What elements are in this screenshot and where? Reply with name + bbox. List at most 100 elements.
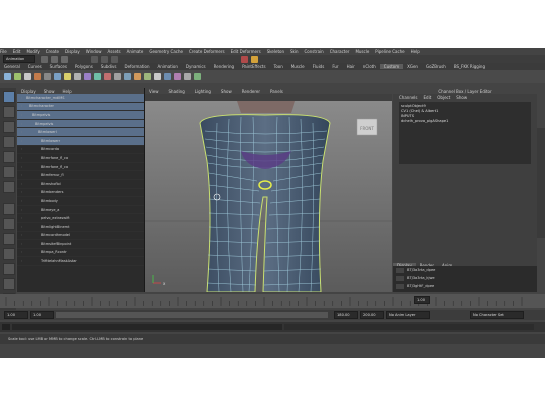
select-tool-icon[interactable] xyxy=(3,91,15,103)
visibility-icon[interactable]: ◦ xyxy=(17,233,26,237)
outliner-row[interactable]: ◦ Bitmrfone_fl_co xyxy=(17,163,144,172)
last-tool-icon[interactable] xyxy=(3,181,15,193)
outliner-row[interactable]: ◦ Bitmbenders xyxy=(17,189,144,198)
joint-tool-icon[interactable] xyxy=(104,73,111,80)
wrap-icon[interactable] xyxy=(184,73,191,80)
ipr-render-icon[interactable] xyxy=(251,55,258,63)
vp-menu-panels[interactable]: Panels xyxy=(270,89,283,94)
shelf-tab-rendering[interactable]: Rendering xyxy=(210,64,238,69)
mirror-icon[interactable] xyxy=(94,73,101,80)
layer-row[interactable]: BTJ3a3rta_dpee xyxy=(393,266,537,274)
visibility-icon[interactable]: ◦ xyxy=(17,139,26,143)
shelf-tab-bs-fkk-rigging[interactable]: BS_FKK Rigging xyxy=(450,64,489,69)
open-scene-icon[interactable] xyxy=(51,55,58,63)
outliner-row[interactable]: ◦ Bitmcordhmodel xyxy=(17,232,144,241)
range-start-field[interactable]: 1.00 xyxy=(30,311,54,319)
time-slider[interactable] xyxy=(0,294,545,308)
command-input[interactable] xyxy=(12,324,282,330)
visibility-icon[interactable]: ◦ xyxy=(17,156,26,160)
cb-tab-channels[interactable]: Channels xyxy=(399,95,418,100)
new-scene-icon[interactable] xyxy=(41,55,48,63)
menu-animate[interactable]: Animate xyxy=(127,49,144,54)
constraint-icon[interactable] xyxy=(194,73,201,80)
channel-box-content[interactable]: sculptObject9 CV1 (Chel) & Albert1 INPUT… xyxy=(399,102,531,164)
vp-menu-show[interactable]: Show xyxy=(221,89,232,94)
menu-character[interactable]: Character xyxy=(330,49,350,54)
shelf-tab-painteffects[interactable]: PaintEffects xyxy=(238,64,270,69)
curve-tool-icon[interactable] xyxy=(4,73,11,80)
menu-modify[interactable]: Modify xyxy=(26,49,39,54)
shelf-tab-polygons[interactable]: Polygons xyxy=(71,64,97,69)
outliner-row[interactable]: ◦ TrifttelahnMaskAstar xyxy=(17,257,144,266)
character-set-dropdown[interactable]: No Character Set xyxy=(470,311,524,319)
skin-bind-icon[interactable] xyxy=(124,73,131,80)
blendshape-icon[interactable] xyxy=(174,73,181,80)
visibility-icon[interactable]: ◦ xyxy=(17,113,26,117)
menu-display[interactable]: Display xyxy=(65,49,80,54)
menu-skin[interactable]: Skin xyxy=(290,49,299,54)
outliner-row[interactable]: ◦ BitmlightBinemt xyxy=(17,223,144,232)
menu-geometry-cache[interactable]: Geometry Cache xyxy=(149,49,183,54)
menu-skeleton[interactable]: Skeleton xyxy=(267,49,284,54)
vp-menu-shading[interactable]: Shading xyxy=(169,89,185,94)
extrude-icon[interactable] xyxy=(54,73,61,80)
lasso-tool-icon[interactable] xyxy=(3,106,15,118)
menu-edit[interactable]: Edit xyxy=(13,49,21,54)
persp-outliner-layout-icon[interactable] xyxy=(3,233,15,245)
outliner-row[interactable]: ◦ Bitmlowerr xyxy=(17,136,144,146)
cylinder-icon[interactable] xyxy=(34,73,41,80)
lattice-icon[interactable] xyxy=(164,73,171,80)
rotate-tool-icon[interactable] xyxy=(3,151,15,163)
select-component-icon[interactable] xyxy=(111,55,118,63)
visibility-icon[interactable]: ◦ xyxy=(17,199,26,203)
cluster-icon[interactable] xyxy=(154,73,161,80)
menu-create-deformers[interactable]: Create Deformers xyxy=(189,49,225,54)
save-scene-icon[interactable] xyxy=(61,55,68,63)
menu-file[interactable]: File xyxy=(0,49,7,54)
viewport-panel[interactable]: View Shading Lighting Show Renderer Pane… xyxy=(145,88,392,292)
visibility-icon[interactable]: ◦ xyxy=(17,259,26,263)
shelf-tab-animation[interactable]: Animation xyxy=(154,64,182,69)
anim-layer-dropdown[interactable]: No Anim Layer xyxy=(386,311,430,319)
outliner-menu-show[interactable]: Show xyxy=(44,89,55,94)
visibility-icon[interactable]: ◦ xyxy=(17,242,26,246)
deformer-icon[interactable] xyxy=(144,73,151,80)
shelf-tab-curves[interactable]: Curves xyxy=(24,64,46,69)
move-tool-icon[interactable] xyxy=(3,136,15,148)
merge-icon[interactable] xyxy=(74,73,81,80)
render-icon[interactable] xyxy=(241,55,248,63)
outliner-row[interactable]: ◦ Bitmrfone_fl_co xyxy=(17,154,144,163)
mode-dropdown[interactable]: Animation xyxy=(3,55,35,63)
menu-constrain[interactable]: Constrain xyxy=(305,49,324,54)
select-object-icon[interactable] xyxy=(101,55,108,63)
current-frame-field[interactable]: 1.00 xyxy=(414,296,430,304)
persp-graph-layout-icon[interactable] xyxy=(3,248,15,260)
shelf-tab-custom[interactable]: Custom xyxy=(379,64,404,69)
visibility-icon[interactable]: ◦ xyxy=(17,96,26,100)
outliner-row[interactable]: ◦ Bitmpa_Rcontr xyxy=(17,249,144,258)
outliner-row[interactable]: ◦ pelvo_extraswift xyxy=(17,214,144,223)
outliner-row[interactable]: ◦ Bitmpelvis xyxy=(17,111,144,120)
four-view-layout-icon[interactable] xyxy=(3,218,15,230)
range-bar[interactable] xyxy=(56,312,328,318)
shelf-tab-gozbrush[interactable]: GoZBrush xyxy=(422,64,450,69)
menu-pipeline-cache[interactable]: Pipeline Cache xyxy=(375,49,404,54)
outliner-row[interactable]: ◦ Bitmshoflol xyxy=(17,180,144,189)
command-line[interactable] xyxy=(0,322,545,332)
visibility-icon[interactable]: ◦ xyxy=(17,165,26,169)
shelf-tab-xgen[interactable]: XGen xyxy=(403,64,422,69)
outliner-menu-display[interactable]: Display xyxy=(21,89,36,94)
scale-tool-icon[interactable] xyxy=(3,166,15,178)
layer-row[interactable]: BTJ3gHtF_dpee xyxy=(393,282,537,290)
cb-tab-show[interactable]: Show xyxy=(456,95,467,100)
shelf-tab-fur[interactable]: Fur xyxy=(328,64,342,69)
shelf-tab-hair[interactable]: Hair xyxy=(343,64,359,69)
visibility-icon[interactable]: ◦ xyxy=(17,250,26,254)
vp-menu-lighting[interactable]: Lighting xyxy=(195,89,211,94)
shelf-tab-general[interactable]: General xyxy=(0,64,24,69)
attribute-editor-side-tab[interactable] xyxy=(537,128,545,238)
outliner-row[interactable]: ◦ Bitmpelvis xyxy=(17,119,144,129)
vp-menu-view[interactable]: View xyxy=(149,89,159,94)
cube-icon[interactable] xyxy=(24,73,31,80)
outliner-row[interactable]: ◦ Bitmfemur_fl xyxy=(17,171,144,180)
